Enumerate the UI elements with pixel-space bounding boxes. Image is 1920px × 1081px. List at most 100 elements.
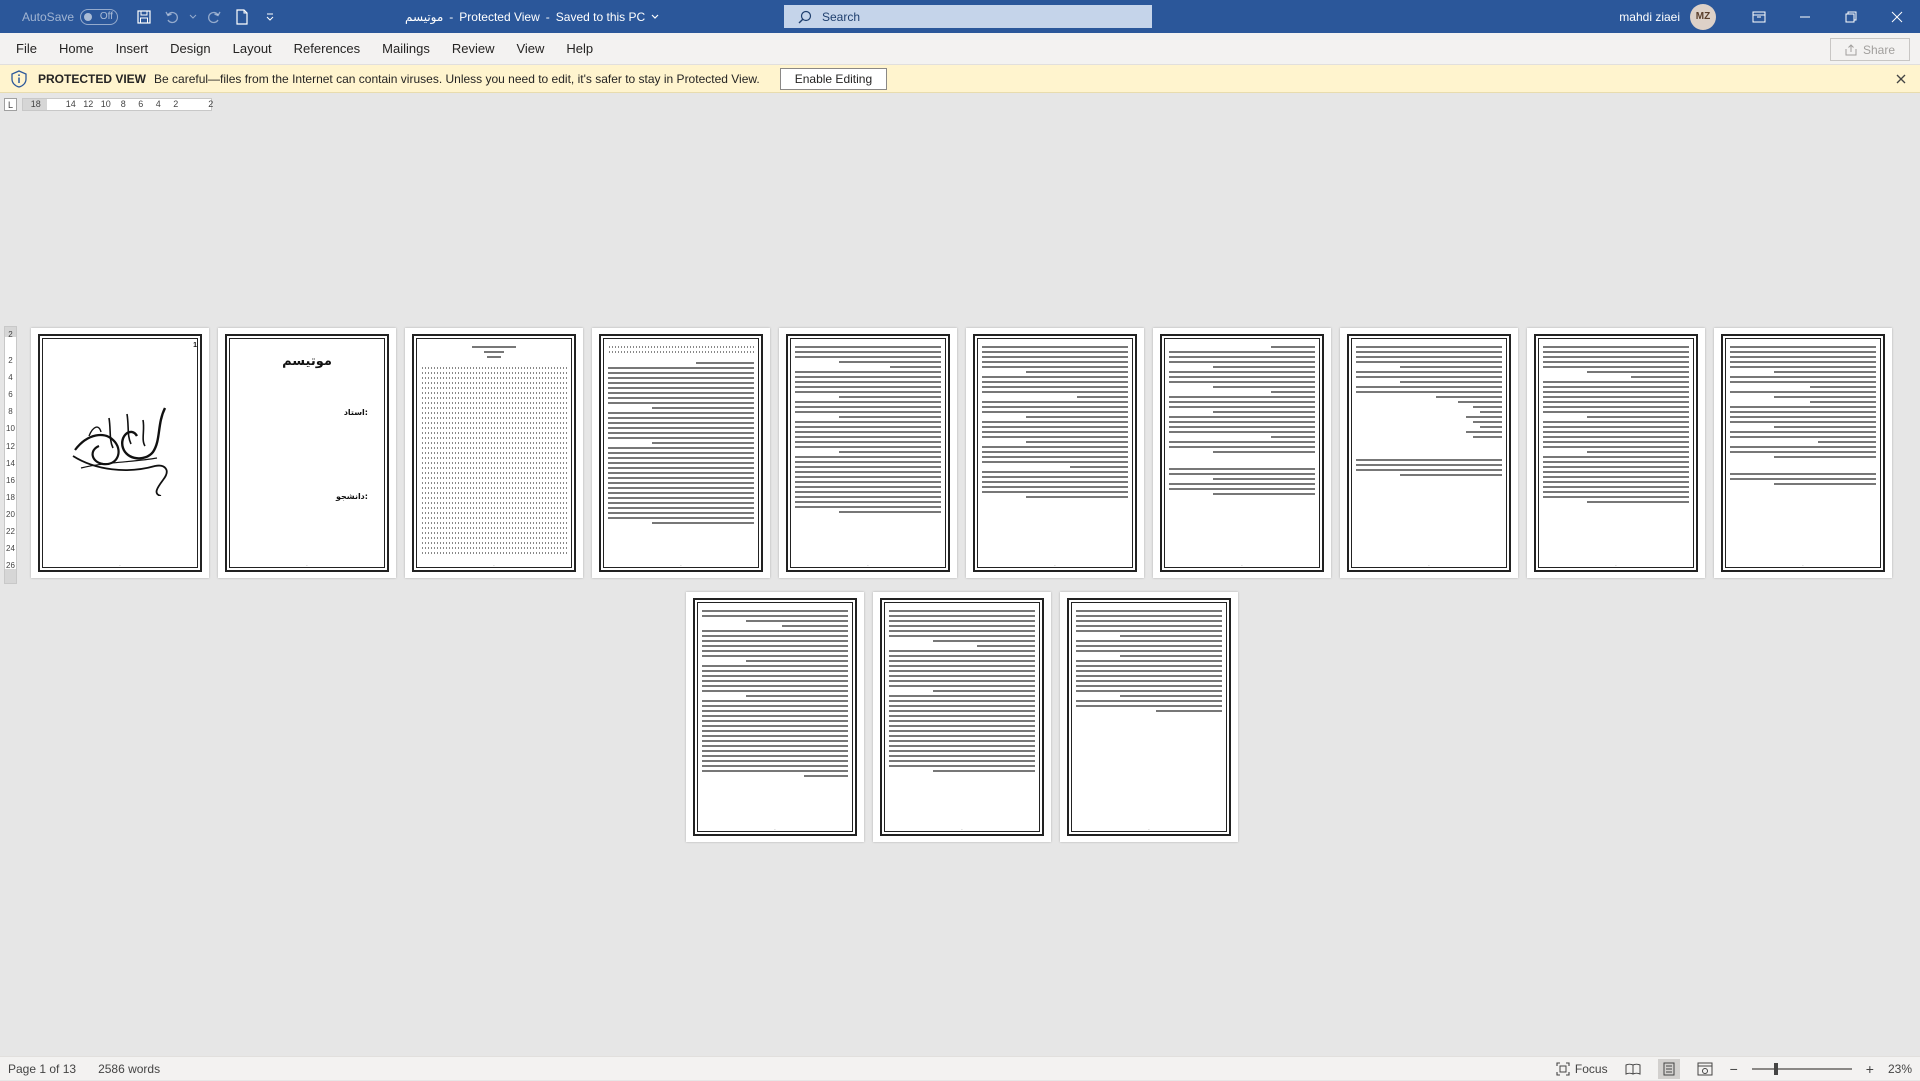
- page-thumbnail[interactable]: موتیسم استاد: دانشجو: .: [218, 328, 396, 578]
- text-line: [486, 356, 502, 358]
- text-line: [795, 411, 941, 413]
- enable-editing-button[interactable]: Enable Editing: [779, 67, 888, 90]
- text-line: [1730, 361, 1876, 363]
- page-thumbnail[interactable]: .: [1714, 328, 1892, 578]
- zoom-slider-thumb[interactable]: [1773, 1063, 1778, 1075]
- text-line: [702, 610, 848, 612]
- text-line: [982, 411, 1128, 413]
- page-thumbnail[interactable]: .: [966, 328, 1144, 578]
- text-line: [1773, 396, 1876, 398]
- word-count[interactable]: 2586 words: [98, 1062, 160, 1076]
- minimize-icon[interactable]: [1782, 0, 1828, 33]
- zoom-level[interactable]: 23%: [1888, 1062, 1912, 1076]
- protected-view-title: PROTECTED VIEW: [38, 71, 147, 86]
- zoom-slider[interactable]: [1751, 1063, 1852, 1075]
- tab-home[interactable]: Home: [48, 33, 105, 65]
- web-layout-icon[interactable]: [1694, 1059, 1716, 1079]
- text-line: [1212, 386, 1315, 388]
- text-line: [982, 406, 1128, 408]
- text-line: [608, 452, 754, 454]
- document-title[interactable]: موتیسم - Protected View - Saved to this …: [405, 0, 659, 33]
- tab-review[interactable]: Review: [441, 33, 506, 65]
- read-mode-icon[interactable]: [1622, 1059, 1644, 1079]
- new-document-icon[interactable]: [228, 0, 256, 33]
- page-thumbnail[interactable]: .: [1527, 328, 1705, 578]
- page-thumbnail[interactable]: 1 .: [31, 328, 209, 578]
- text-line: [982, 446, 1128, 448]
- page-count[interactable]: Page 1 of 13: [8, 1062, 76, 1076]
- text-line: [795, 456, 941, 458]
- text-line: [1730, 381, 1876, 383]
- text-line: [608, 351, 754, 353]
- page-footer: .: [774, 826, 776, 832]
- text-line: [795, 376, 941, 378]
- text-line: [889, 660, 1035, 662]
- toc-entry: [421, 447, 567, 449]
- tab-mailings[interactable]: Mailings: [371, 33, 441, 65]
- text-line: [982, 491, 1128, 493]
- page-footer: .: [1428, 562, 1430, 568]
- zoom-in-button[interactable]: +: [1866, 1061, 1874, 1077]
- text-line: [795, 471, 941, 473]
- save-icon[interactable]: [130, 0, 158, 33]
- text-line: [889, 366, 941, 368]
- user-name[interactable]: mahdi ziaei: [1619, 10, 1680, 24]
- page-thumbnail[interactable]: .: [686, 592, 864, 842]
- text-line: [1543, 366, 1689, 368]
- text-line: [1543, 466, 1689, 468]
- tab-view[interactable]: View: [505, 33, 555, 65]
- text-line: [702, 615, 848, 617]
- horizontal-ruler[interactable]: 18 16 14 12 10 8 6 4 2 2: [22, 98, 213, 111]
- page-thumbnail[interactable]: .: [779, 328, 957, 578]
- ruler-tick-label: 12: [83, 99, 94, 109]
- avatar[interactable]: MZ: [1690, 3, 1716, 30]
- search-box[interactable]: Search: [784, 5, 1152, 28]
- ribbon-display-options-icon[interactable]: [1736, 0, 1782, 33]
- tab-references[interactable]: References: [283, 33, 371, 65]
- text-line: [1356, 376, 1502, 378]
- tab-insert[interactable]: Insert: [105, 33, 160, 65]
- text-line: [608, 502, 754, 504]
- redo-icon[interactable]: [200, 0, 228, 33]
- text-line: [889, 735, 1035, 737]
- text-line: [889, 765, 1035, 767]
- text-line: [795, 491, 941, 493]
- tab-selector[interactable]: L: [4, 98, 17, 111]
- text-line: [1472, 421, 1502, 423]
- save-status-label: Saved to this PC: [555, 9, 646, 24]
- page-thumbnail[interactable]: .: [1340, 328, 1518, 578]
- text-line: [1436, 396, 1502, 398]
- text-line: [651, 407, 754, 409]
- toc-entry: [421, 397, 567, 399]
- text-line: [608, 432, 754, 434]
- close-icon[interactable]: [1874, 0, 1920, 33]
- undo-icon[interactable]: [158, 0, 186, 33]
- print-layout-icon[interactable]: [1657, 1059, 1680, 1079]
- text-line: [1076, 705, 1222, 707]
- zoom-out-button[interactable]: −: [1730, 1061, 1738, 1077]
- tab-design[interactable]: Design: [159, 33, 221, 65]
- page-thumbnail[interactable]: .: [592, 328, 770, 578]
- text-line: [1169, 441, 1315, 443]
- share-button[interactable]: Share: [1830, 38, 1910, 61]
- undo-dropdown-icon[interactable]: [186, 0, 200, 33]
- page-thumbnail[interactable]: .: [873, 592, 1051, 842]
- customize-quick-access-icon[interactable]: [256, 0, 284, 33]
- page-thumbnail[interactable]: .: [1153, 328, 1331, 578]
- vertical-ruler[interactable]: 2 2 4 6 8 10 12 14 16 18 20 22 24 26: [4, 326, 17, 584]
- ruler-tick-label: 18: [6, 492, 15, 502]
- tab-layout[interactable]: Layout: [222, 33, 283, 65]
- page-thumbnail[interactable]: .: [1060, 592, 1238, 842]
- toc-entry: [421, 437, 567, 439]
- tab-help[interactable]: Help: [555, 33, 604, 65]
- tab-file[interactable]: File: [0, 33, 48, 65]
- text-line: [702, 705, 848, 707]
- text-line: [1630, 376, 1689, 378]
- autosave-toggle[interactable]: AutoSave Off: [22, 8, 119, 25]
- focus-button[interactable]: Focus: [1556, 1062, 1608, 1076]
- text-line: [889, 685, 1035, 687]
- restore-icon[interactable]: [1828, 0, 1874, 33]
- autosave-switch[interactable]: Off: [80, 8, 119, 25]
- close-icon[interactable]: [1892, 70, 1910, 88]
- page-thumbnail[interactable]: .: [405, 328, 583, 578]
